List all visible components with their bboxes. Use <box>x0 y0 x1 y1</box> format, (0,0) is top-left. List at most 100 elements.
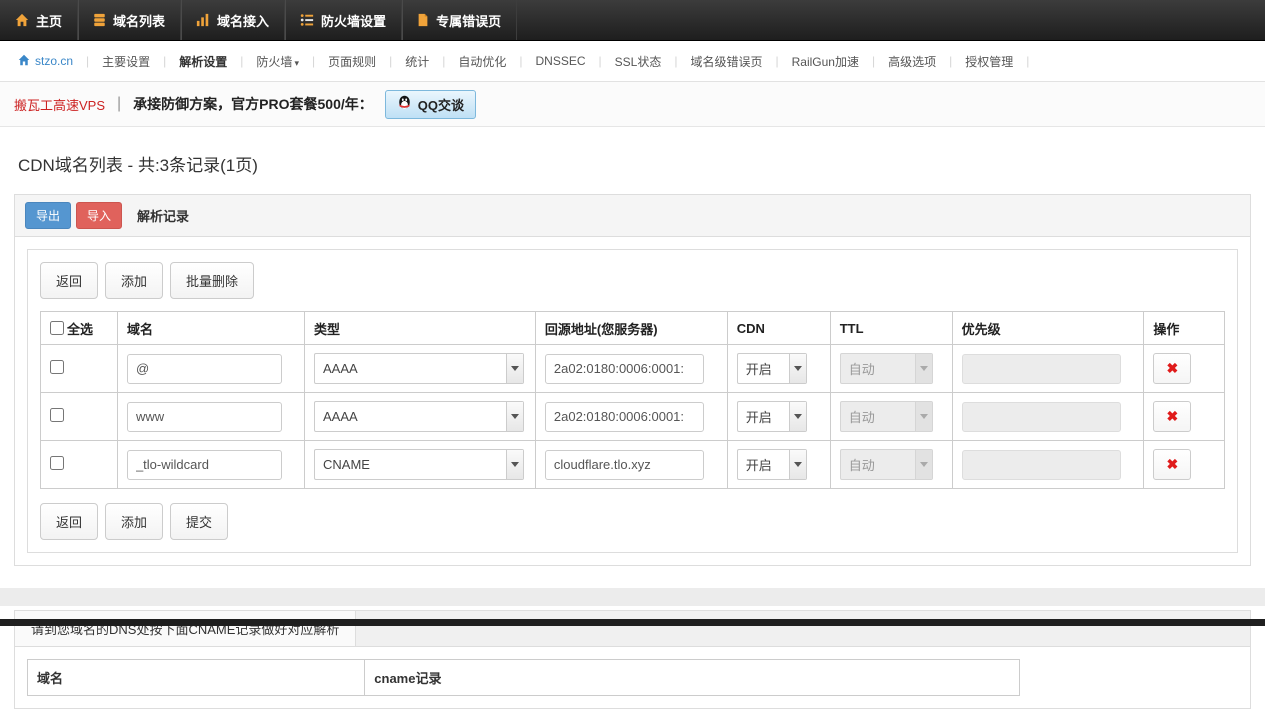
origin-input[interactable] <box>545 354 704 384</box>
domain-access-icon <box>196 13 210 27</box>
section-divider <box>0 588 1265 606</box>
delete-icon: ✖ <box>1167 408 1179 424</box>
table-row: AAAA 开启 自动 ✖ <box>41 345 1225 393</box>
select-all-checkbox[interactable] <box>50 321 64 335</box>
cname-header-row: 域名 cname记录 <box>28 660 1020 696</box>
row-checkbox[interactable] <box>50 360 64 374</box>
header-cdn: CDN <box>727 312 830 345</box>
page-title: CDN域名列表 - 共:3条记录(1页) <box>18 151 1247 176</box>
qq-chat-button[interactable]: QQ交谈 <box>385 90 476 119</box>
chevron-down-icon <box>915 450 932 479</box>
select-all-label: 全选 <box>67 319 93 338</box>
delete-row-button[interactable]: ✖ <box>1153 353 1191 384</box>
qq-penguin-icon <box>397 95 412 114</box>
type-select[interactable]: AAAA <box>314 353 524 384</box>
cdn-select[interactable]: 开启 <box>737 401 807 432</box>
row-checkbox[interactable] <box>50 408 64 422</box>
import-button[interactable]: 导入 <box>76 202 122 229</box>
priority-input-disabled <box>962 402 1121 432</box>
submit-button[interactable]: 提交 <box>170 503 228 540</box>
cname-table: 域名 cname记录 <box>27 659 1020 696</box>
vps-ad-link[interactable]: 搬瓦工高速VPS <box>14 95 105 114</box>
header-domain: 域名 <box>117 312 304 345</box>
header-select-all: 全选 <box>41 312 118 345</box>
records-table: 全选 域名 类型 回源地址(您服务器) CDN TTL 优先级 操作 <box>40 311 1225 489</box>
cname-panel-header: 请到您域名的DNS处按下面CNAME记录做好对应解析 <box>15 611 1250 647</box>
subnav-item-statistics[interactable]: 统计 <box>392 53 442 70</box>
type-select[interactable]: AAAA <box>314 401 524 432</box>
type-select[interactable]: CNAME <box>314 449 524 480</box>
chevron-down-icon <box>789 354 806 383</box>
chevron-down-icon <box>915 354 932 383</box>
chevron-down-icon <box>789 450 806 479</box>
top-navbar: 主页 域名列表 域名接入 防火墙设置 专属错误页 <box>0 0 1265 41</box>
delete-row-button[interactable]: ✖ <box>1153 449 1191 480</box>
origin-input[interactable] <box>545 450 704 480</box>
toolbar-bottom: 返回 添加 提交 <box>40 503 1225 540</box>
priority-input-disabled <box>962 450 1121 480</box>
add-button-top[interactable]: 添加 <box>105 262 163 299</box>
delete-icon: ✖ <box>1167 456 1179 472</box>
back-button-bottom[interactable]: 返回 <box>40 503 98 540</box>
panel-body: 返回 添加 批量删除 全选 域名 类型 回源地址 <box>15 237 1250 565</box>
header-origin: 回源地址(您服务器) <box>535 312 727 345</box>
toolbar-top: 返回 添加 批量删除 <box>40 262 1225 299</box>
domain-input[interactable] <box>127 354 282 384</box>
subnav-item-advanced-options[interactable]: 高级选项 <box>875 53 949 70</box>
chevron-down-icon <box>915 402 932 431</box>
tab-resolution-records[interactable]: 解析记录 <box>137 206 189 225</box>
domain-input[interactable] <box>127 450 282 480</box>
subnav-item-firewall[interactable]: 防火墙▾ <box>243 53 312 70</box>
topnav-item-error-page[interactable]: 专属错误页 <box>402 0 517 40</box>
subnav-domain-link[interactable]: stzo.cn <box>10 54 86 69</box>
header-type: 类型 <box>305 312 536 345</box>
subnav-item-railgun[interactable]: RailGun加速 <box>779 53 872 70</box>
cname-header-record: cname记录 <box>365 660 1020 696</box>
table-row: AAAA 开启 自动 ✖ <box>41 393 1225 441</box>
subnav-item-authorization[interactable]: 授权管理 <box>952 53 1026 70</box>
sub-navbar: stzo.cn | 主要设置 | 解析设置 | 防火墙▾ | 页面规则 | 统计… <box>0 41 1265 82</box>
subnav-item-auto-optimize[interactable]: 自动优化 <box>445 53 519 70</box>
subnav-separator: | <box>1026 54 1029 68</box>
topnav-item-domain-list[interactable]: 域名列表 <box>78 0 181 40</box>
domain-list-icon <box>93 13 106 27</box>
home-icon-blue <box>18 54 30 69</box>
cname-panel-body: 域名 cname记录 <box>15 647 1250 708</box>
cname-header-domain: 域名 <box>28 660 365 696</box>
chevron-down-icon <box>506 450 523 479</box>
subnav-item-resolution-settings[interactable]: 解析设置 <box>166 53 240 70</box>
subnav-domain-label: stzo.cn <box>35 54 73 68</box>
add-button-bottom[interactable]: 添加 <box>105 503 163 540</box>
home-icon <box>15 13 29 27</box>
delete-row-button[interactable]: ✖ <box>1153 401 1191 432</box>
export-button[interactable]: 导出 <box>25 202 71 229</box>
cdn-select[interactable]: 开启 <box>737 449 807 480</box>
topnav-label: 防火墙设置 <box>321 11 386 30</box>
topnav-item-firewall-settings[interactable]: 防火墙设置 <box>285 0 402 40</box>
priority-input-disabled <box>962 354 1121 384</box>
domain-input[interactable] <box>127 402 282 432</box>
topnav-label: 主页 <box>36 11 62 30</box>
topnav-item-domain-access[interactable]: 域名接入 <box>181 0 285 40</box>
qq-chat-label: QQ交谈 <box>418 95 464 114</box>
cdn-select[interactable]: 开启 <box>737 353 807 384</box>
delete-icon: ✖ <box>1167 360 1179 376</box>
chevron-down-icon: ▾ <box>294 58 299 68</box>
header-priority: 优先级 <box>952 312 1144 345</box>
subnav-item-domain-error-page[interactable]: 域名级错误页 <box>677 53 775 70</box>
ttl-select-disabled: 自动 <box>840 353 933 384</box>
records-panel: 导出 导入 解析记录 返回 添加 批量删除 全选 <box>14 194 1251 566</box>
subnav-item-page-rules[interactable]: 页面规则 <box>315 53 389 70</box>
origin-input[interactable] <box>545 402 704 432</box>
subnav-item-ssl-status[interactable]: SSL状态 <box>602 53 675 70</box>
topnav-label: 域名列表 <box>113 11 165 30</box>
back-button-top[interactable]: 返回 <box>40 262 98 299</box>
subnav-item-dnssec[interactable]: DNSSEC <box>523 54 599 68</box>
batch-delete-button[interactable]: 批量删除 <box>170 262 254 299</box>
table-header-row: 全选 域名 类型 回源地址(您服务器) CDN TTL 优先级 操作 <box>41 312 1225 345</box>
chevron-down-icon <box>789 402 806 431</box>
row-checkbox[interactable] <box>50 456 64 470</box>
header-ttl: TTL <box>830 312 952 345</box>
subnav-item-main-settings[interactable]: 主要设置 <box>89 53 163 70</box>
topnav-item-home[interactable]: 主页 <box>0 0 78 40</box>
